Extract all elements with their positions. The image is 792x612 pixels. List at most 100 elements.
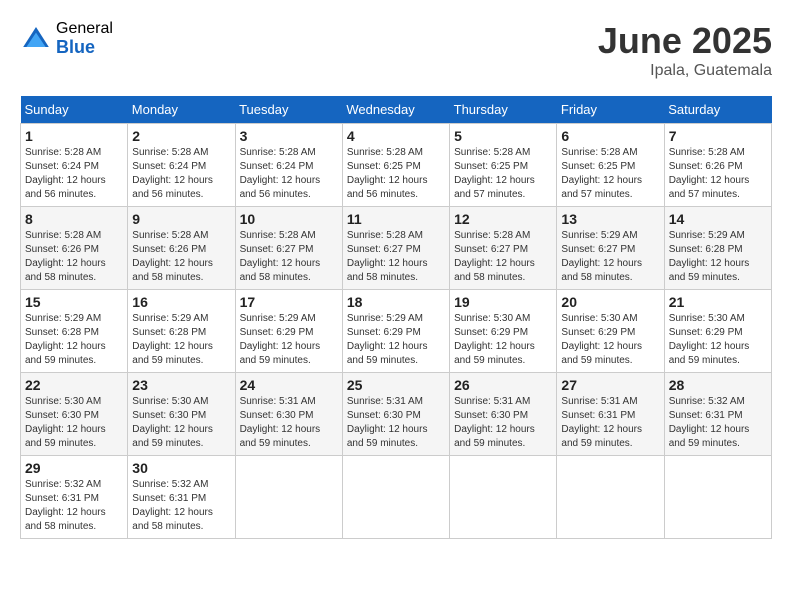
day-info: Sunrise: 5:29 AM Sunset: 6:28 PM Dayligh… — [25, 312, 123, 368]
day-info: Sunrise: 5:31 AM Sunset: 6:30 PM Dayligh… — [240, 395, 338, 451]
day-number: 11 — [347, 211, 445, 227]
day-number: 7 — [669, 128, 767, 144]
day-number: 22 — [25, 377, 123, 393]
calendar-week-row: 29 Sunrise: 5:32 AM Sunset: 6:31 PM Dayl… — [21, 456, 772, 539]
day-number: 16 — [132, 294, 230, 310]
day-info: Sunrise: 5:30 AM Sunset: 6:30 PM Dayligh… — [132, 395, 230, 451]
day-info: Sunrise: 5:32 AM Sunset: 6:31 PM Dayligh… — [669, 395, 767, 451]
calendar-day-cell: 30 Sunrise: 5:32 AM Sunset: 6:31 PM Dayl… — [128, 456, 235, 539]
day-number: 25 — [347, 377, 445, 393]
day-number: 5 — [454, 128, 552, 144]
column-header-tuesday: Tuesday — [235, 96, 342, 124]
column-header-sunday: Sunday — [21, 96, 128, 124]
page-header: General Blue June 2025 Ipala, Guatemala — [20, 20, 772, 80]
day-number: 15 — [25, 294, 123, 310]
empty-cell — [664, 456, 771, 539]
calendar-week-row: 8 Sunrise: 5:28 AM Sunset: 6:26 PM Dayli… — [21, 207, 772, 290]
day-info: Sunrise: 5:28 AM Sunset: 6:24 PM Dayligh… — [240, 146, 338, 202]
day-info: Sunrise: 5:30 AM Sunset: 6:30 PM Dayligh… — [25, 395, 123, 451]
day-number: 21 — [669, 294, 767, 310]
day-number: 1 — [25, 128, 123, 144]
calendar-day-cell: 17 Sunrise: 5:29 AM Sunset: 6:29 PM Dayl… — [235, 290, 342, 373]
calendar-day-cell: 5 Sunrise: 5:28 AM Sunset: 6:25 PM Dayli… — [450, 124, 557, 207]
day-info: Sunrise: 5:29 AM Sunset: 6:28 PM Dayligh… — [669, 229, 767, 285]
calendar-day-cell: 26 Sunrise: 5:31 AM Sunset: 6:30 PM Dayl… — [450, 373, 557, 456]
day-info: Sunrise: 5:29 AM Sunset: 6:29 PM Dayligh… — [240, 312, 338, 368]
day-info: Sunrise: 5:32 AM Sunset: 6:31 PM Dayligh… — [25, 478, 123, 534]
calendar-day-cell: 8 Sunrise: 5:28 AM Sunset: 6:26 PM Dayli… — [21, 207, 128, 290]
day-info: Sunrise: 5:31 AM Sunset: 6:30 PM Dayligh… — [347, 395, 445, 451]
calendar-day-cell: 15 Sunrise: 5:29 AM Sunset: 6:28 PM Dayl… — [21, 290, 128, 373]
calendar-day-cell: 11 Sunrise: 5:28 AM Sunset: 6:27 PM Dayl… — [342, 207, 449, 290]
day-info: Sunrise: 5:31 AM Sunset: 6:30 PM Dayligh… — [454, 395, 552, 451]
day-info: Sunrise: 5:30 AM Sunset: 6:29 PM Dayligh… — [669, 312, 767, 368]
day-info: Sunrise: 5:29 AM Sunset: 6:28 PM Dayligh… — [132, 312, 230, 368]
column-header-saturday: Saturday — [664, 96, 771, 124]
calendar-day-cell: 27 Sunrise: 5:31 AM Sunset: 6:31 PM Dayl… — [557, 373, 664, 456]
day-number: 20 — [561, 294, 659, 310]
day-info: Sunrise: 5:28 AM Sunset: 6:24 PM Dayligh… — [25, 146, 123, 202]
day-number: 4 — [347, 128, 445, 144]
logo-text: General Blue — [56, 20, 113, 57]
day-number: 8 — [25, 211, 123, 227]
day-number: 29 — [25, 460, 123, 476]
empty-cell — [450, 456, 557, 539]
day-number: 28 — [669, 377, 767, 393]
day-number: 12 — [454, 211, 552, 227]
day-info: Sunrise: 5:29 AM Sunset: 6:29 PM Dayligh… — [347, 312, 445, 368]
day-number: 3 — [240, 128, 338, 144]
calendar-week-row: 22 Sunrise: 5:30 AM Sunset: 6:30 PM Dayl… — [21, 373, 772, 456]
column-header-thursday: Thursday — [450, 96, 557, 124]
day-info: Sunrise: 5:31 AM Sunset: 6:31 PM Dayligh… — [561, 395, 659, 451]
month-title: June 2025 — [598, 20, 772, 62]
calendar-day-cell: 2 Sunrise: 5:28 AM Sunset: 6:24 PM Dayli… — [128, 124, 235, 207]
day-number: 14 — [669, 211, 767, 227]
calendar-table: SundayMondayTuesdayWednesdayThursdayFrid… — [20, 96, 772, 539]
calendar-day-cell: 10 Sunrise: 5:28 AM Sunset: 6:27 PM Dayl… — [235, 207, 342, 290]
calendar-day-cell: 28 Sunrise: 5:32 AM Sunset: 6:31 PM Dayl… — [664, 373, 771, 456]
day-number: 19 — [454, 294, 552, 310]
calendar-day-cell: 23 Sunrise: 5:30 AM Sunset: 6:30 PM Dayl… — [128, 373, 235, 456]
day-info: Sunrise: 5:28 AM Sunset: 6:26 PM Dayligh… — [25, 229, 123, 285]
day-info: Sunrise: 5:28 AM Sunset: 6:27 PM Dayligh… — [240, 229, 338, 285]
calendar-day-cell: 9 Sunrise: 5:28 AM Sunset: 6:26 PM Dayli… — [128, 207, 235, 290]
day-info: Sunrise: 5:30 AM Sunset: 6:29 PM Dayligh… — [454, 312, 552, 368]
calendar-header-row: SundayMondayTuesdayWednesdayThursdayFrid… — [21, 96, 772, 124]
calendar-week-row: 15 Sunrise: 5:29 AM Sunset: 6:28 PM Dayl… — [21, 290, 772, 373]
empty-cell — [235, 456, 342, 539]
title-block: June 2025 Ipala, Guatemala — [598, 20, 772, 80]
calendar-day-cell: 1 Sunrise: 5:28 AM Sunset: 6:24 PM Dayli… — [21, 124, 128, 207]
column-header-wednesday: Wednesday — [342, 96, 449, 124]
day-info: Sunrise: 5:28 AM Sunset: 6:25 PM Dayligh… — [454, 146, 552, 202]
day-number: 18 — [347, 294, 445, 310]
day-number: 26 — [454, 377, 552, 393]
day-number: 9 — [132, 211, 230, 227]
day-number: 24 — [240, 377, 338, 393]
calendar-day-cell: 22 Sunrise: 5:30 AM Sunset: 6:30 PM Dayl… — [21, 373, 128, 456]
calendar-day-cell: 6 Sunrise: 5:28 AM Sunset: 6:25 PM Dayli… — [557, 124, 664, 207]
calendar-day-cell: 16 Sunrise: 5:29 AM Sunset: 6:28 PM Dayl… — [128, 290, 235, 373]
day-number: 2 — [132, 128, 230, 144]
day-info: Sunrise: 5:28 AM Sunset: 6:26 PM Dayligh… — [669, 146, 767, 202]
day-info: Sunrise: 5:28 AM Sunset: 6:25 PM Dayligh… — [347, 146, 445, 202]
calendar-day-cell: 24 Sunrise: 5:31 AM Sunset: 6:30 PM Dayl… — [235, 373, 342, 456]
day-number: 10 — [240, 211, 338, 227]
day-number: 6 — [561, 128, 659, 144]
calendar-day-cell: 12 Sunrise: 5:28 AM Sunset: 6:27 PM Dayl… — [450, 207, 557, 290]
day-number: 13 — [561, 211, 659, 227]
calendar-day-cell: 14 Sunrise: 5:29 AM Sunset: 6:28 PM Dayl… — [664, 207, 771, 290]
day-info: Sunrise: 5:28 AM Sunset: 6:27 PM Dayligh… — [347, 229, 445, 285]
location: Ipala, Guatemala — [598, 62, 772, 80]
calendar-day-cell: 13 Sunrise: 5:29 AM Sunset: 6:27 PM Dayl… — [557, 207, 664, 290]
day-number: 17 — [240, 294, 338, 310]
calendar-day-cell: 4 Sunrise: 5:28 AM Sunset: 6:25 PM Dayli… — [342, 124, 449, 207]
empty-cell — [342, 456, 449, 539]
day-info: Sunrise: 5:28 AM Sunset: 6:26 PM Dayligh… — [132, 229, 230, 285]
calendar-day-cell: 7 Sunrise: 5:28 AM Sunset: 6:26 PM Dayli… — [664, 124, 771, 207]
calendar-day-cell: 29 Sunrise: 5:32 AM Sunset: 6:31 PM Dayl… — [21, 456, 128, 539]
empty-cell — [557, 456, 664, 539]
calendar-day-cell: 18 Sunrise: 5:29 AM Sunset: 6:29 PM Dayl… — [342, 290, 449, 373]
day-number: 23 — [132, 377, 230, 393]
calendar-week-row: 1 Sunrise: 5:28 AM Sunset: 6:24 PM Dayli… — [21, 124, 772, 207]
day-info: Sunrise: 5:28 AM Sunset: 6:27 PM Dayligh… — [454, 229, 552, 285]
